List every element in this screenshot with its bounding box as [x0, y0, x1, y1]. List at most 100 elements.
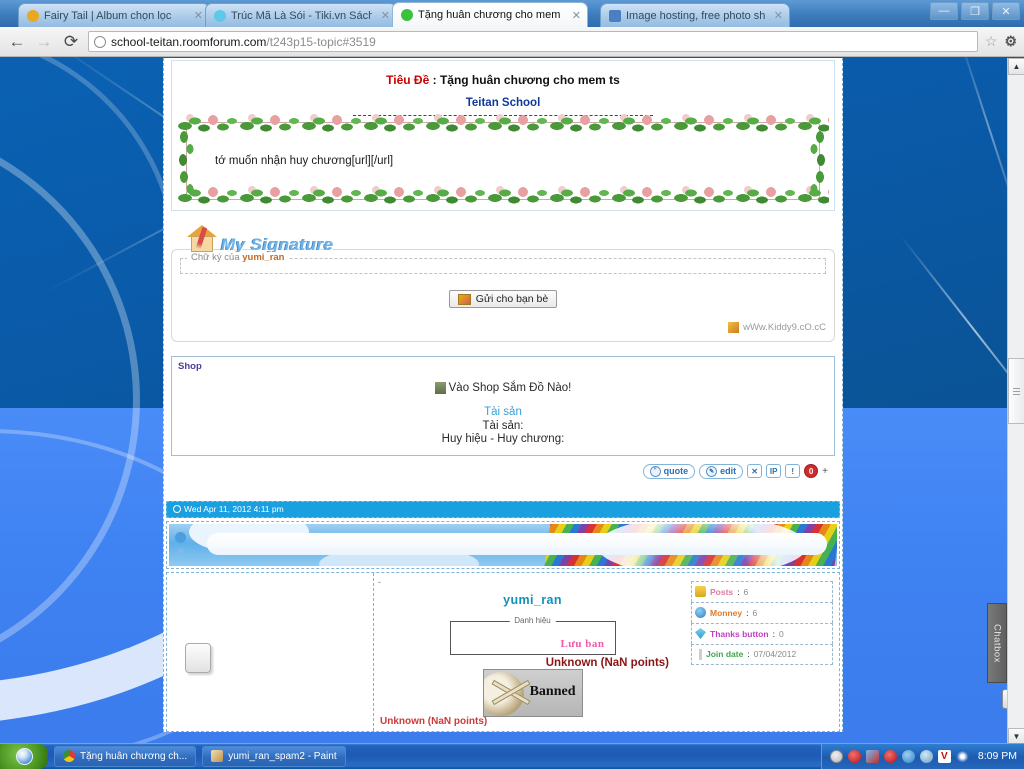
warn-button[interactable]: 0 [804, 464, 818, 478]
post-date-bar: Wed Apr 11, 2012 4:11 pm [166, 501, 840, 518]
tab-close-icon[interactable]: ✕ [190, 9, 203, 22]
profile-username[interactable]: yumi_ran [378, 593, 687, 607]
url-text: school-teitan.roomforum.com/t243p15-topi… [111, 35, 376, 49]
quote-label: quote [664, 466, 689, 476]
banned-text: Banned [530, 684, 576, 700]
profile-middle-column: - yumi_ran Danh hiệu Lưu ban Banned U [374, 573, 687, 731]
taskbar-item-label: Tặng huân chương ch... [80, 751, 187, 762]
navigation-bar: ← → ⟳ school-teitan.roomforum.com/t243p1… [0, 27, 1024, 57]
thanks-heart-icon [695, 628, 706, 639]
expand-plus-icon[interactable]: + [822, 466, 828, 477]
stat-sep: : [737, 587, 739, 597]
trophy-icon [695, 586, 706, 597]
unikey-icon[interactable]: V [938, 750, 951, 763]
back-arrow-icon[interactable]: ← [7, 32, 27, 52]
scroll-up-arrow-icon[interactable]: ▲ [1008, 58, 1024, 75]
vine-border-left-icon [176, 129, 198, 193]
school-name: Teitan School [182, 97, 824, 109]
stat-value: 0 [779, 629, 784, 639]
house-pencil-icon [187, 225, 217, 253]
shield-icon[interactable] [884, 750, 897, 763]
chatbox-tab[interactable]: Chatbox [987, 603, 1007, 683]
network-icon[interactable] [866, 750, 879, 763]
reload-icon[interactable]: ⟳ [61, 32, 81, 52]
taskbar-item-label: yumi_ran_spam2 - Paint [228, 751, 336, 762]
stat-row-money: Monney : 6 [691, 602, 833, 623]
banned-badge-image: Banned [483, 669, 583, 717]
tab-close-icon[interactable]: ✕ [568, 9, 581, 22]
banner-white-bar [207, 533, 827, 555]
taskbar-item-paint[interactable]: yumi_ran_spam2 - Paint [202, 746, 345, 767]
vine-border-top-icon [177, 112, 829, 138]
shop-label: Shop [178, 361, 828, 372]
stat-sep: : [747, 649, 749, 659]
chatbox-label: Chatbox [992, 624, 1003, 663]
banner-dot-1 [175, 532, 186, 543]
maximize-button[interactable]: ❐ [961, 2, 989, 20]
profile-stats-column: Posts : 6 Monney : 6 Thanks button [687, 573, 839, 731]
signature-inner-box: Chữ ký của yumi_ran [180, 258, 826, 274]
speaker-icon[interactable] [920, 750, 933, 763]
signature-heading: My Signature [221, 236, 334, 253]
paint-icon [211, 750, 223, 762]
edit-button[interactable]: ✎ edit [699, 464, 743, 479]
quote-icon: ” [650, 466, 661, 477]
error-icon[interactable] [848, 750, 861, 763]
broken-image-icon [185, 643, 211, 673]
browser-tab-1[interactable]: Fairy Tail | Album chọn lọc ✕ [18, 3, 210, 27]
tab-title: Tặng huân chương cho mem ts [418, 9, 563, 21]
post-title-label: Tiêu Đề [386, 73, 429, 87]
send-friend-row: Gửi cho bạn bè [180, 290, 826, 310]
assets-line: Tài sản: [178, 420, 828, 432]
tab-title: Fairy Tail | Album chọn lọc [44, 10, 185, 22]
tab-strip: Fairy Tail | Album chọn lọc ✕ Trúc Mã Là… [0, 0, 1024, 27]
windows-orb-icon [16, 748, 33, 765]
browser-tab-4[interactable]: Image hosting, free photo sha ✕ [600, 3, 790, 27]
money-icon [695, 607, 706, 618]
browser-tab-2[interactable]: Trúc Mã Là Sói - Tiki.vn Sách T ✕ [205, 3, 397, 27]
stat-sep: : [773, 629, 775, 639]
stat-value: 6 [744, 587, 749, 597]
browser-tab-3-active[interactable]: Tặng huân chương cho mem ts ✕ [392, 2, 588, 27]
tab-close-icon[interactable]: ✕ [377, 9, 390, 22]
forward-arrow-icon[interactable]: → [34, 32, 54, 52]
send-to-friend-label: Gửi cho bạn bè [476, 293, 548, 305]
globe-icon [94, 36, 106, 48]
stat-value: 07/04/2012 [754, 649, 797, 659]
unknown-points-bottom: Unknown (NaN points) [380, 716, 487, 727]
send-to-friend-button[interactable]: Gửi cho bạn bè [449, 290, 557, 308]
scrollbar-thumb[interactable] [1008, 358, 1024, 424]
assets-link[interactable]: Tài sản [178, 406, 828, 418]
taskbar-clock[interactable]: 8:09 PM [974, 750, 1017, 762]
tab-favicon-icon [27, 10, 39, 22]
calendar-icon [699, 649, 702, 660]
delete-button[interactable]: ✕ [747, 464, 762, 478]
tab-close-icon[interactable]: ✕ [770, 9, 783, 22]
ip-button[interactable]: IP [766, 464, 781, 478]
post-title-line: Tiêu Đề : Tặng huân chương cho mem ts [182, 69, 824, 87]
stat-label: Monney [710, 608, 742, 618]
address-bar[interactable]: school-teitan.roomforum.com/t243p15-topi… [88, 31, 978, 52]
shop-cta-row[interactable]: Vào Shop Sắm Đồ Nào! [178, 382, 828, 394]
start-button[interactable] [0, 744, 48, 769]
close-button[interactable]: ✕ [992, 2, 1020, 20]
messenger-icon[interactable] [830, 750, 843, 763]
wireless-icon[interactable] [956, 750, 969, 763]
report-button[interactable]: ! [785, 464, 800, 478]
volume-icon[interactable] [902, 750, 915, 763]
shop-cart-icon [435, 382, 446, 394]
shop-cta-text: Vào Shop Sắm Đồ Nào! [449, 382, 572, 394]
bookmark-star-icon[interactable]: ☆ [985, 33, 998, 50]
vertical-scrollbar[interactable]: ▲ ▼ [1007, 58, 1024, 745]
quote-button[interactable]: ” quote [643, 464, 696, 479]
tab-favicon-icon [609, 10, 621, 22]
shop-box: Shop Vào Shop Sắm Đồ Nào! Tài sản Tài sả… [171, 356, 835, 456]
minimize-button[interactable]: — [930, 2, 958, 20]
wrench-menu-icon[interactable]: ⚙ [1004, 33, 1017, 50]
post-message-text: tớ muốn nhận huy chương[url][/url] [201, 145, 805, 177]
rank-fieldset: Danh hiệu Lưu ban [450, 621, 616, 655]
stat-row-thanks: Thanks button : 0 [691, 623, 833, 644]
taskbar-item-browser[interactable]: Tặng huân chương ch... [54, 746, 196, 767]
stat-sep: : [746, 608, 748, 618]
rank-value: Lưu ban [560, 638, 604, 650]
